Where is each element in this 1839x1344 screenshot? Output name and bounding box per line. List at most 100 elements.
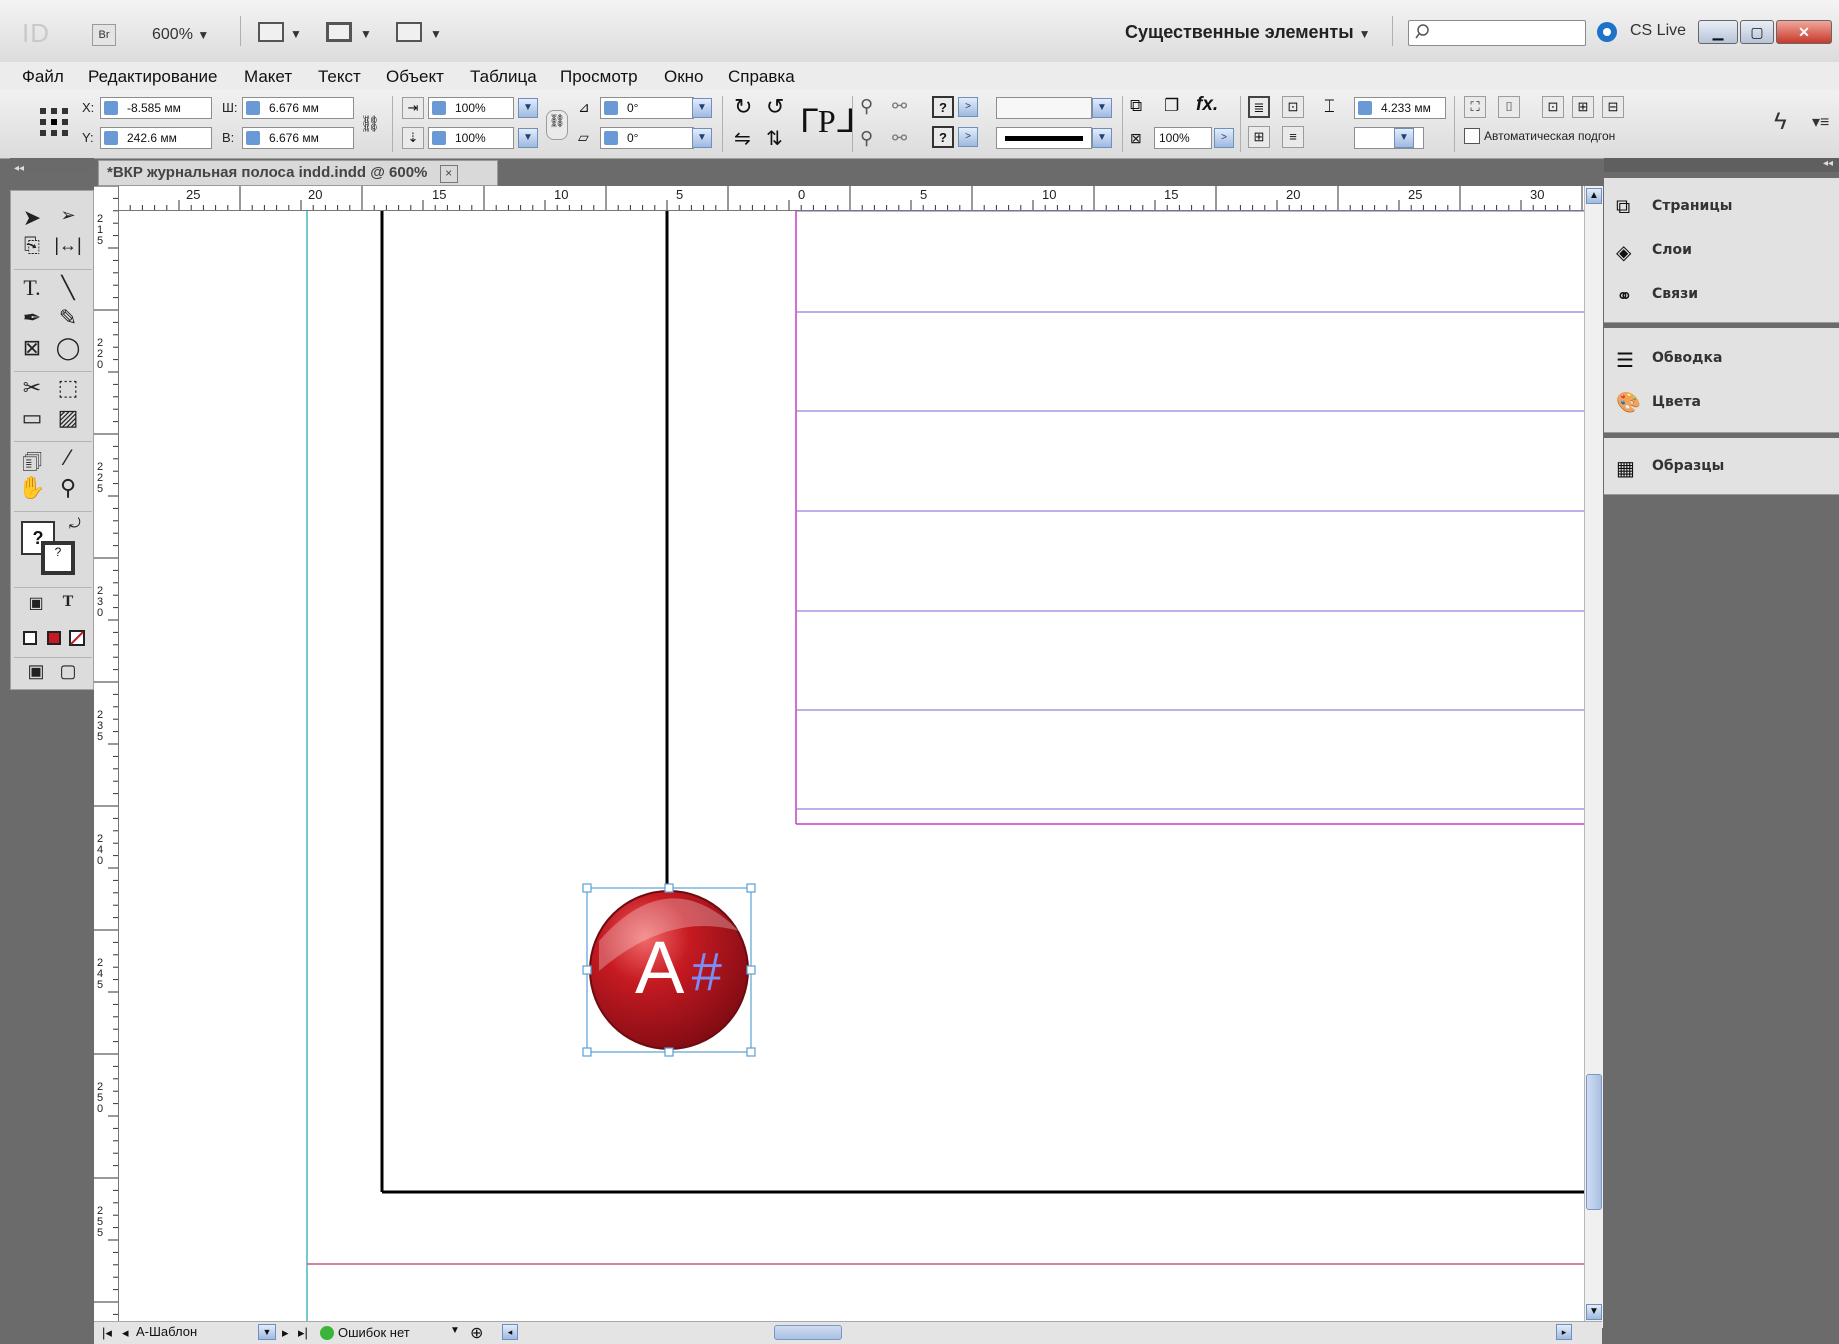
line-tool-icon[interactable]: ╲ — [51, 275, 85, 301]
quick-apply-icon[interactable]: ϟ — [1774, 108, 1787, 136]
ellipse-tool-icon[interactable]: ◯ — [51, 335, 85, 361]
spinner-icon[interactable] — [246, 131, 260, 145]
scissors-tool-icon[interactable]: ✂ — [15, 375, 49, 401]
x-position-field[interactable]: -8.585 мм — [100, 97, 212, 119]
swap-colors-icon[interactable]: ⤾ — [69, 515, 81, 532]
panel-layers[interactable]: Слои — [1652, 242, 1692, 258]
spinner-icon[interactable] — [432, 101, 446, 115]
fill-question-icon[interactable]: ? — [932, 96, 954, 118]
apply-color-icon[interactable] — [23, 631, 37, 645]
rectangle-frame-tool-icon[interactable]: ⊠ — [15, 335, 49, 361]
first-page-icon[interactable]: |◂ — [102, 1325, 112, 1341]
spinner-icon[interactable] — [604, 131, 618, 145]
view-options-button[interactable] — [258, 22, 284, 42]
stroke-weight-field[interactable] — [996, 97, 1092, 119]
horizontal-scroll-thumb[interactable] — [774, 1325, 842, 1340]
stroke-swatch-dropdown[interactable]: > — [958, 127, 978, 147]
pen-tool-icon[interactable]: ✒ — [15, 305, 49, 331]
panel-swatches[interactable]: Образцы — [1652, 458, 1724, 474]
document-canvas[interactable]: A # — [119, 211, 1584, 1321]
menu-file[interactable]: Файл — [22, 67, 64, 87]
vertical-ruler[interactable]: 2 1 5 2 2 0 2 2 5 2 3 0 2 3 5 2 4 0 2 4 … — [94, 186, 119, 1332]
rotation-field[interactable]: 0° — [600, 97, 694, 119]
direct-selection-tool-icon[interactable]: ➢ — [51, 205, 85, 226]
menu-help[interactable]: Справка — [728, 67, 795, 87]
gradient-feather-tool-icon[interactable]: ▨ — [51, 405, 85, 431]
rotate-ccw-icon[interactable]: ↺ — [766, 94, 784, 120]
y-position-field[interactable]: 242.6 мм — [100, 127, 212, 149]
apply-gradient-icon[interactable] — [47, 631, 61, 645]
workspace-switcher[interactable]: Существенные элементы ▼ — [1125, 22, 1371, 43]
fill-frame-icon[interactable]: ⊞ — [1572, 96, 1594, 118]
hand-tool-icon[interactable]: ✋ — [15, 475, 49, 501]
eyedropper-tool-icon[interactable]: ⁄ — [51, 445, 85, 471]
scroll-left-button[interactable]: ◂ — [502, 1324, 518, 1340]
text-wrap-icon[interactable]: ≣ — [1248, 96, 1270, 118]
panel-stroke[interactable]: Обводка — [1652, 350, 1722, 366]
select-container-icon[interactable]: ⚲ — [860, 96, 873, 117]
rotation-dropdown[interactable]: ▼ — [692, 98, 712, 118]
previous-page-icon[interactable]: ◂ — [122, 1325, 129, 1341]
spinner-icon[interactable] — [104, 131, 118, 145]
menu-view[interactable]: Просмотр — [560, 67, 638, 87]
stroke-type-dropdown[interactable]: ▼ — [1092, 128, 1112, 148]
cs-live-button[interactable]: CS Live — [1630, 22, 1686, 40]
effects-icon[interactable]: fx. — [1196, 94, 1218, 116]
align-dropdown[interactable]: ▼ — [1394, 128, 1414, 148]
panel-menu-icon[interactable]: ▾≡ — [1812, 112, 1829, 132]
center-content-icon[interactable]: ⊡ — [1542, 96, 1564, 118]
dock-header[interactable]: ◂◂ — [1604, 158, 1839, 172]
shear-field[interactable]: 0° — [600, 127, 694, 149]
vertical-scrollbar[interactable]: ▲ ▼ — [1584, 186, 1603, 1328]
selection-tool-icon[interactable]: ➤ — [15, 205, 49, 231]
stroke-question-icon[interactable]: ? — [932, 126, 954, 148]
flip-horizontal-icon[interactable]: ⇋ — [734, 126, 751, 151]
horizontal-ruler[interactable]: 25 20 15 10 5 0 5 10 15 20 25 30 — [118, 186, 1584, 211]
close-tab-button[interactable]: × — [439, 165, 458, 183]
fit-frame-content-icon[interactable]: ⌷ — [1498, 96, 1520, 118]
menu-window[interactable]: Окно — [664, 67, 704, 87]
height-field[interactable]: 6.676 мм — [242, 127, 354, 149]
free-transform-tool-icon[interactable]: ⬚ — [51, 375, 85, 401]
tools-panel-header[interactable]: ◂◂ — [10, 158, 94, 174]
constrain-proportions-icon[interactable]: ⛓ — [360, 114, 380, 134]
auto-fit-checkbox[interactable] — [1464, 128, 1480, 144]
zoom-level-dropdown[interactable]: 600% ▼ — [152, 26, 209, 44]
reference-point-icon[interactable] — [38, 106, 70, 138]
jump-column-icon[interactable]: ≡ — [1282, 126, 1304, 148]
type-tool-icon[interactable]: T. — [15, 275, 49, 301]
maximize-button[interactable]: ▢ — [1740, 20, 1774, 44]
select-next-icon[interactable]: ⚯ — [892, 128, 907, 149]
panel-links[interactable]: Связи — [1652, 286, 1698, 302]
wrap-around-icon[interactable]: ⊡ — [1282, 96, 1304, 118]
constrain-scale-icon[interactable]: ⛓ — [546, 110, 568, 140]
menu-edit[interactable]: Редактирование — [88, 67, 218, 87]
preflight-status[interactable]: Ошибок нет — [338, 1325, 410, 1340]
menu-type[interactable]: Текст — [318, 67, 361, 87]
screen-mode-button[interactable] — [326, 22, 352, 42]
gradient-swatch-tool-icon[interactable]: ▭ — [15, 405, 49, 431]
last-page-icon[interactable]: ▸| — [298, 1325, 308, 1341]
page-tool-icon[interactable]: ⎘ — [15, 235, 49, 258]
bridge-button[interactable]: Br — [92, 24, 116, 46]
spinner-icon[interactable] — [604, 101, 618, 115]
normal-mode-icon[interactable]: ▣ — [19, 661, 53, 682]
cslive-icon[interactable] — [1594, 18, 1622, 46]
arrange-documents-button[interactable] — [396, 22, 422, 42]
flip-vertical-icon[interactable]: ⇅ — [766, 126, 783, 151]
spinner-icon[interactable] — [432, 131, 446, 145]
page-selector[interactable]: А-Шаблон — [136, 1324, 236, 1341]
spinner-icon[interactable] — [1358, 101, 1372, 115]
drop-shadow-icon[interactable]: ⧉ — [1130, 96, 1142, 116]
fill-swatch-dropdown[interactable]: > — [958, 97, 978, 117]
minimize-button[interactable]: ▁ — [1698, 20, 1738, 44]
stroke-type-field[interactable] — [996, 127, 1092, 149]
rotate-cw-icon[interactable]: ↻ — [734, 94, 752, 120]
menu-table[interactable]: Таблица — [470, 67, 537, 87]
search-input[interactable] — [1408, 20, 1586, 46]
scale-x-dropdown[interactable]: ▼ — [518, 98, 538, 118]
select-content-icon[interactable]: ⚯ — [892, 96, 907, 117]
apply-none-icon[interactable] — [69, 630, 85, 646]
shear-dropdown[interactable]: ▼ — [692, 128, 712, 148]
panel-color[interactable]: Цвета — [1652, 394, 1701, 410]
